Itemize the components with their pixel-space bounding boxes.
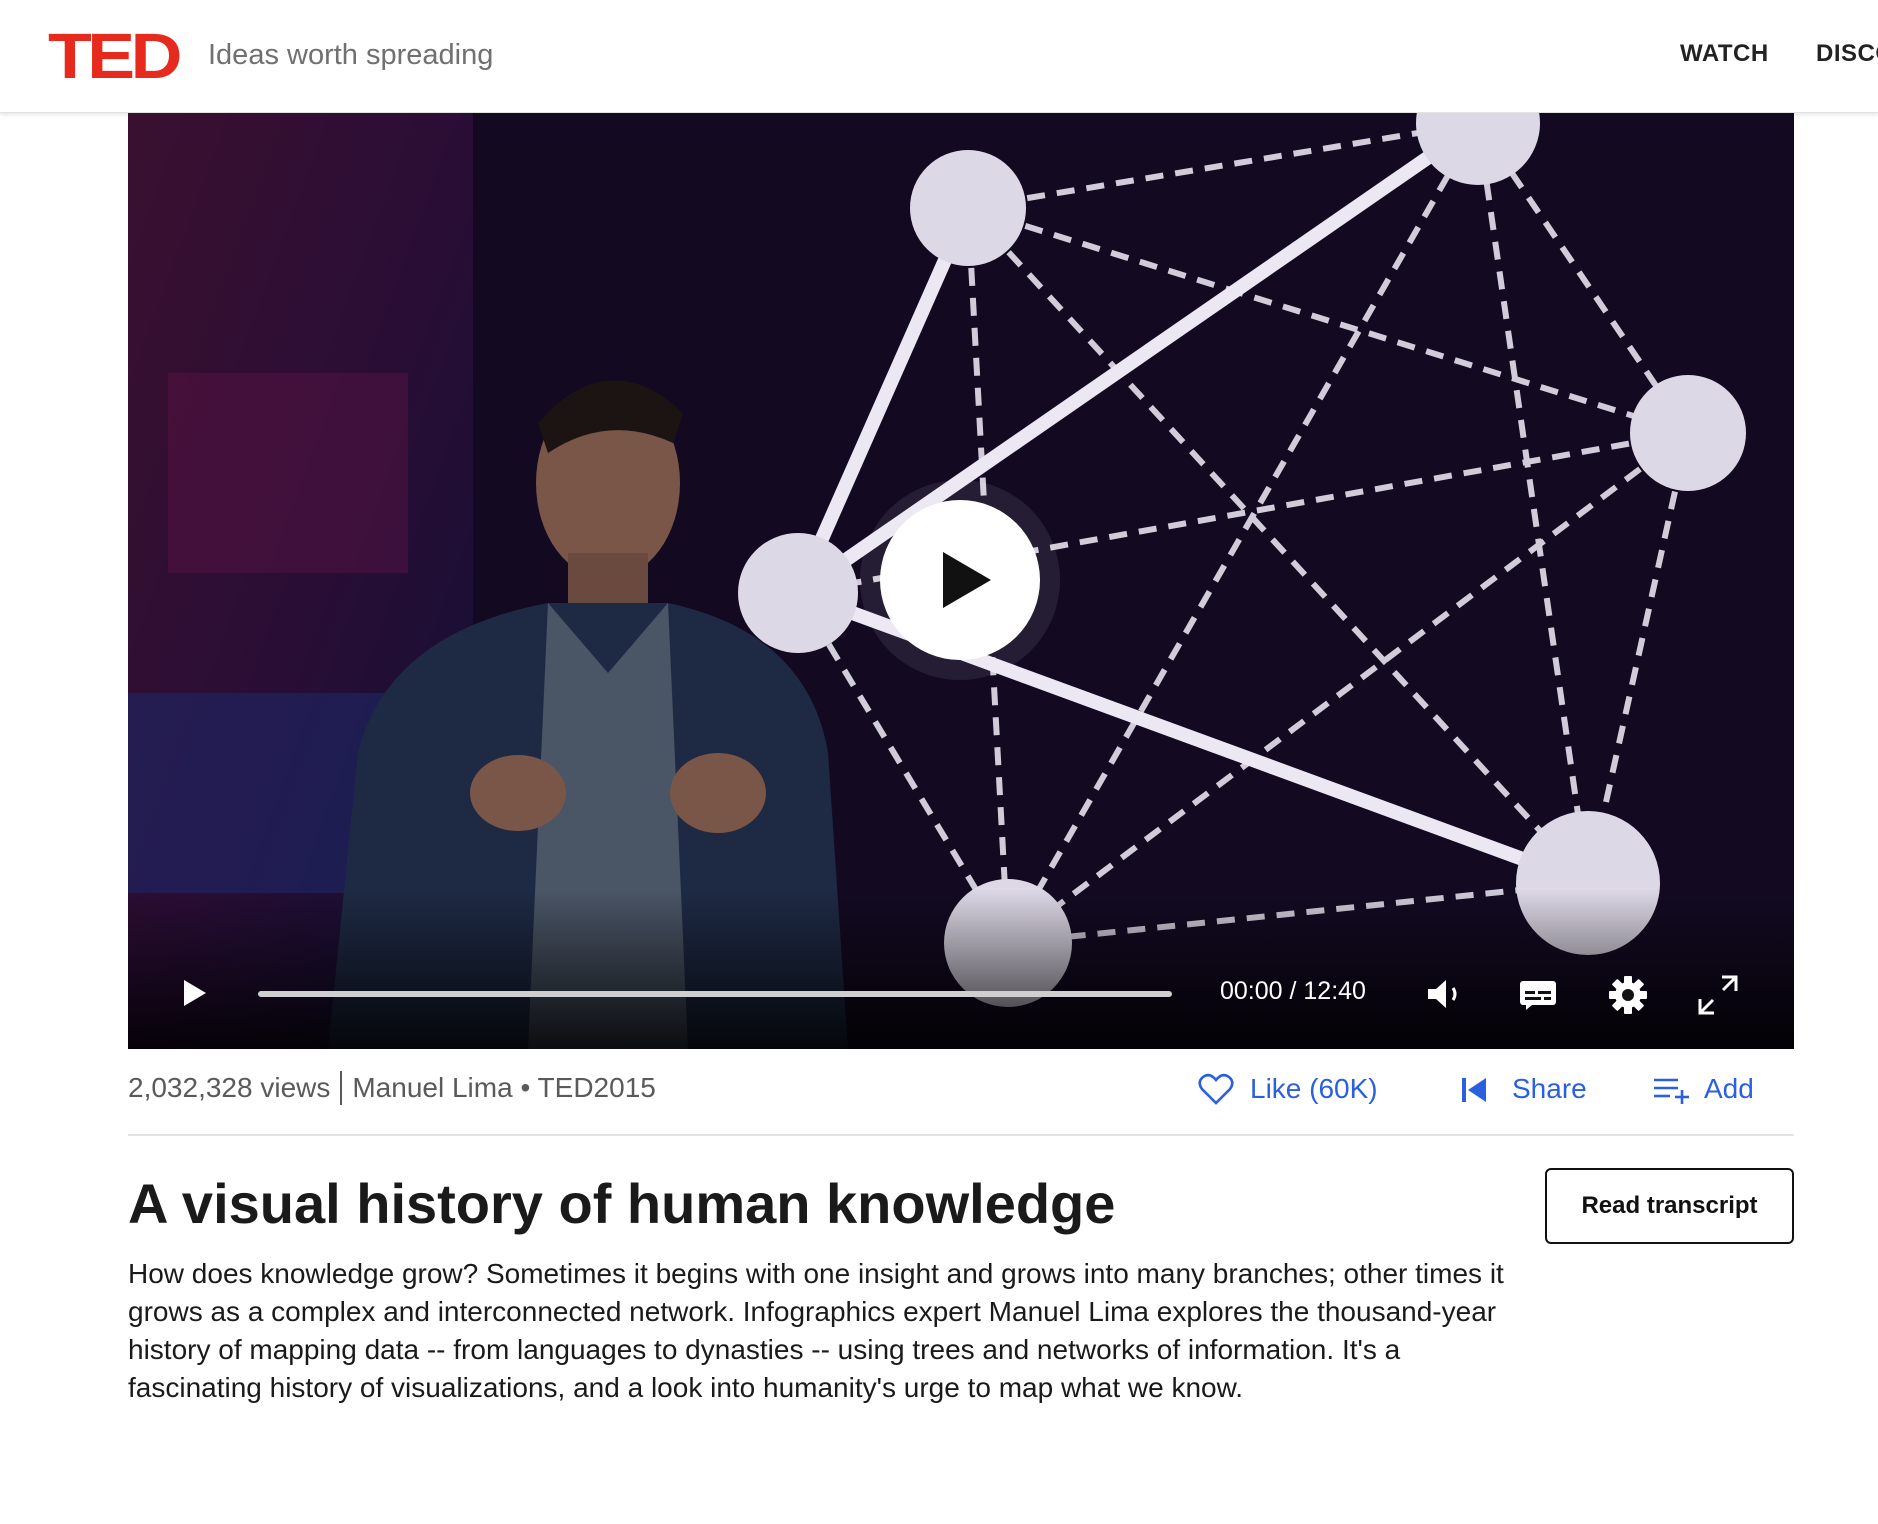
share-button[interactable]: Share [1460,1068,1600,1112]
fullscreen-icon [1698,975,1738,1015]
big-play-button[interactable] [880,500,1040,660]
share-icon [1462,1078,1486,1102]
volume-button[interactable] [1426,977,1466,1011]
talk-actions: Like (60K) Share Add [0,1068,1878,1112]
gear-icon [1609,976,1647,1014]
add-label: Add [1704,1073,1754,1104]
video-controls: 00:00 / 12:40 [128,963,1794,1023]
playlist-add-icon [1654,1078,1689,1104]
play-icon [184,980,206,1006]
heart-icon [1198,1073,1234,1105]
site-header: TED Ideas worth spreading WATCH DISCOVER [0,0,1878,113]
video-player[interactable]: 00:00 / 12:40 [128,113,1794,1049]
nav-watch[interactable]: WATCH [1680,40,1769,68]
nav-discover[interactable]: DISCOVER [1816,40,1878,68]
tagline: Ideas worth spreading [208,39,494,71]
settings-button[interactable] [1608,975,1648,1015]
section-divider [128,1134,1794,1136]
captions-button[interactable] [1518,977,1558,1011]
seek-bar[interactable] [258,991,1172,997]
time-display: 00:00 / 12:40 [1220,977,1366,1005]
volume-icon [1428,980,1457,1008]
play-button[interactable] [178,978,208,1008]
like-button[interactable]: Like (60K) [1198,1068,1398,1112]
add-to-list-button[interactable]: Add [1652,1068,1782,1112]
like-label: Like (60K) [1250,1073,1378,1104]
ted-logo[interactable]: TED [48,20,182,92]
talk-description: How does knowledge grow? Sometimes it be… [128,1258,1504,1403]
share-label: Share [1512,1073,1587,1104]
fullscreen-button[interactable] [1696,973,1740,1017]
read-transcript-button[interactable]: Read transcript [1545,1168,1794,1244]
captions-icon [1520,981,1556,1010]
talk-title: A visual history of human knowledge [128,1172,1116,1235]
play-icon [943,552,991,608]
